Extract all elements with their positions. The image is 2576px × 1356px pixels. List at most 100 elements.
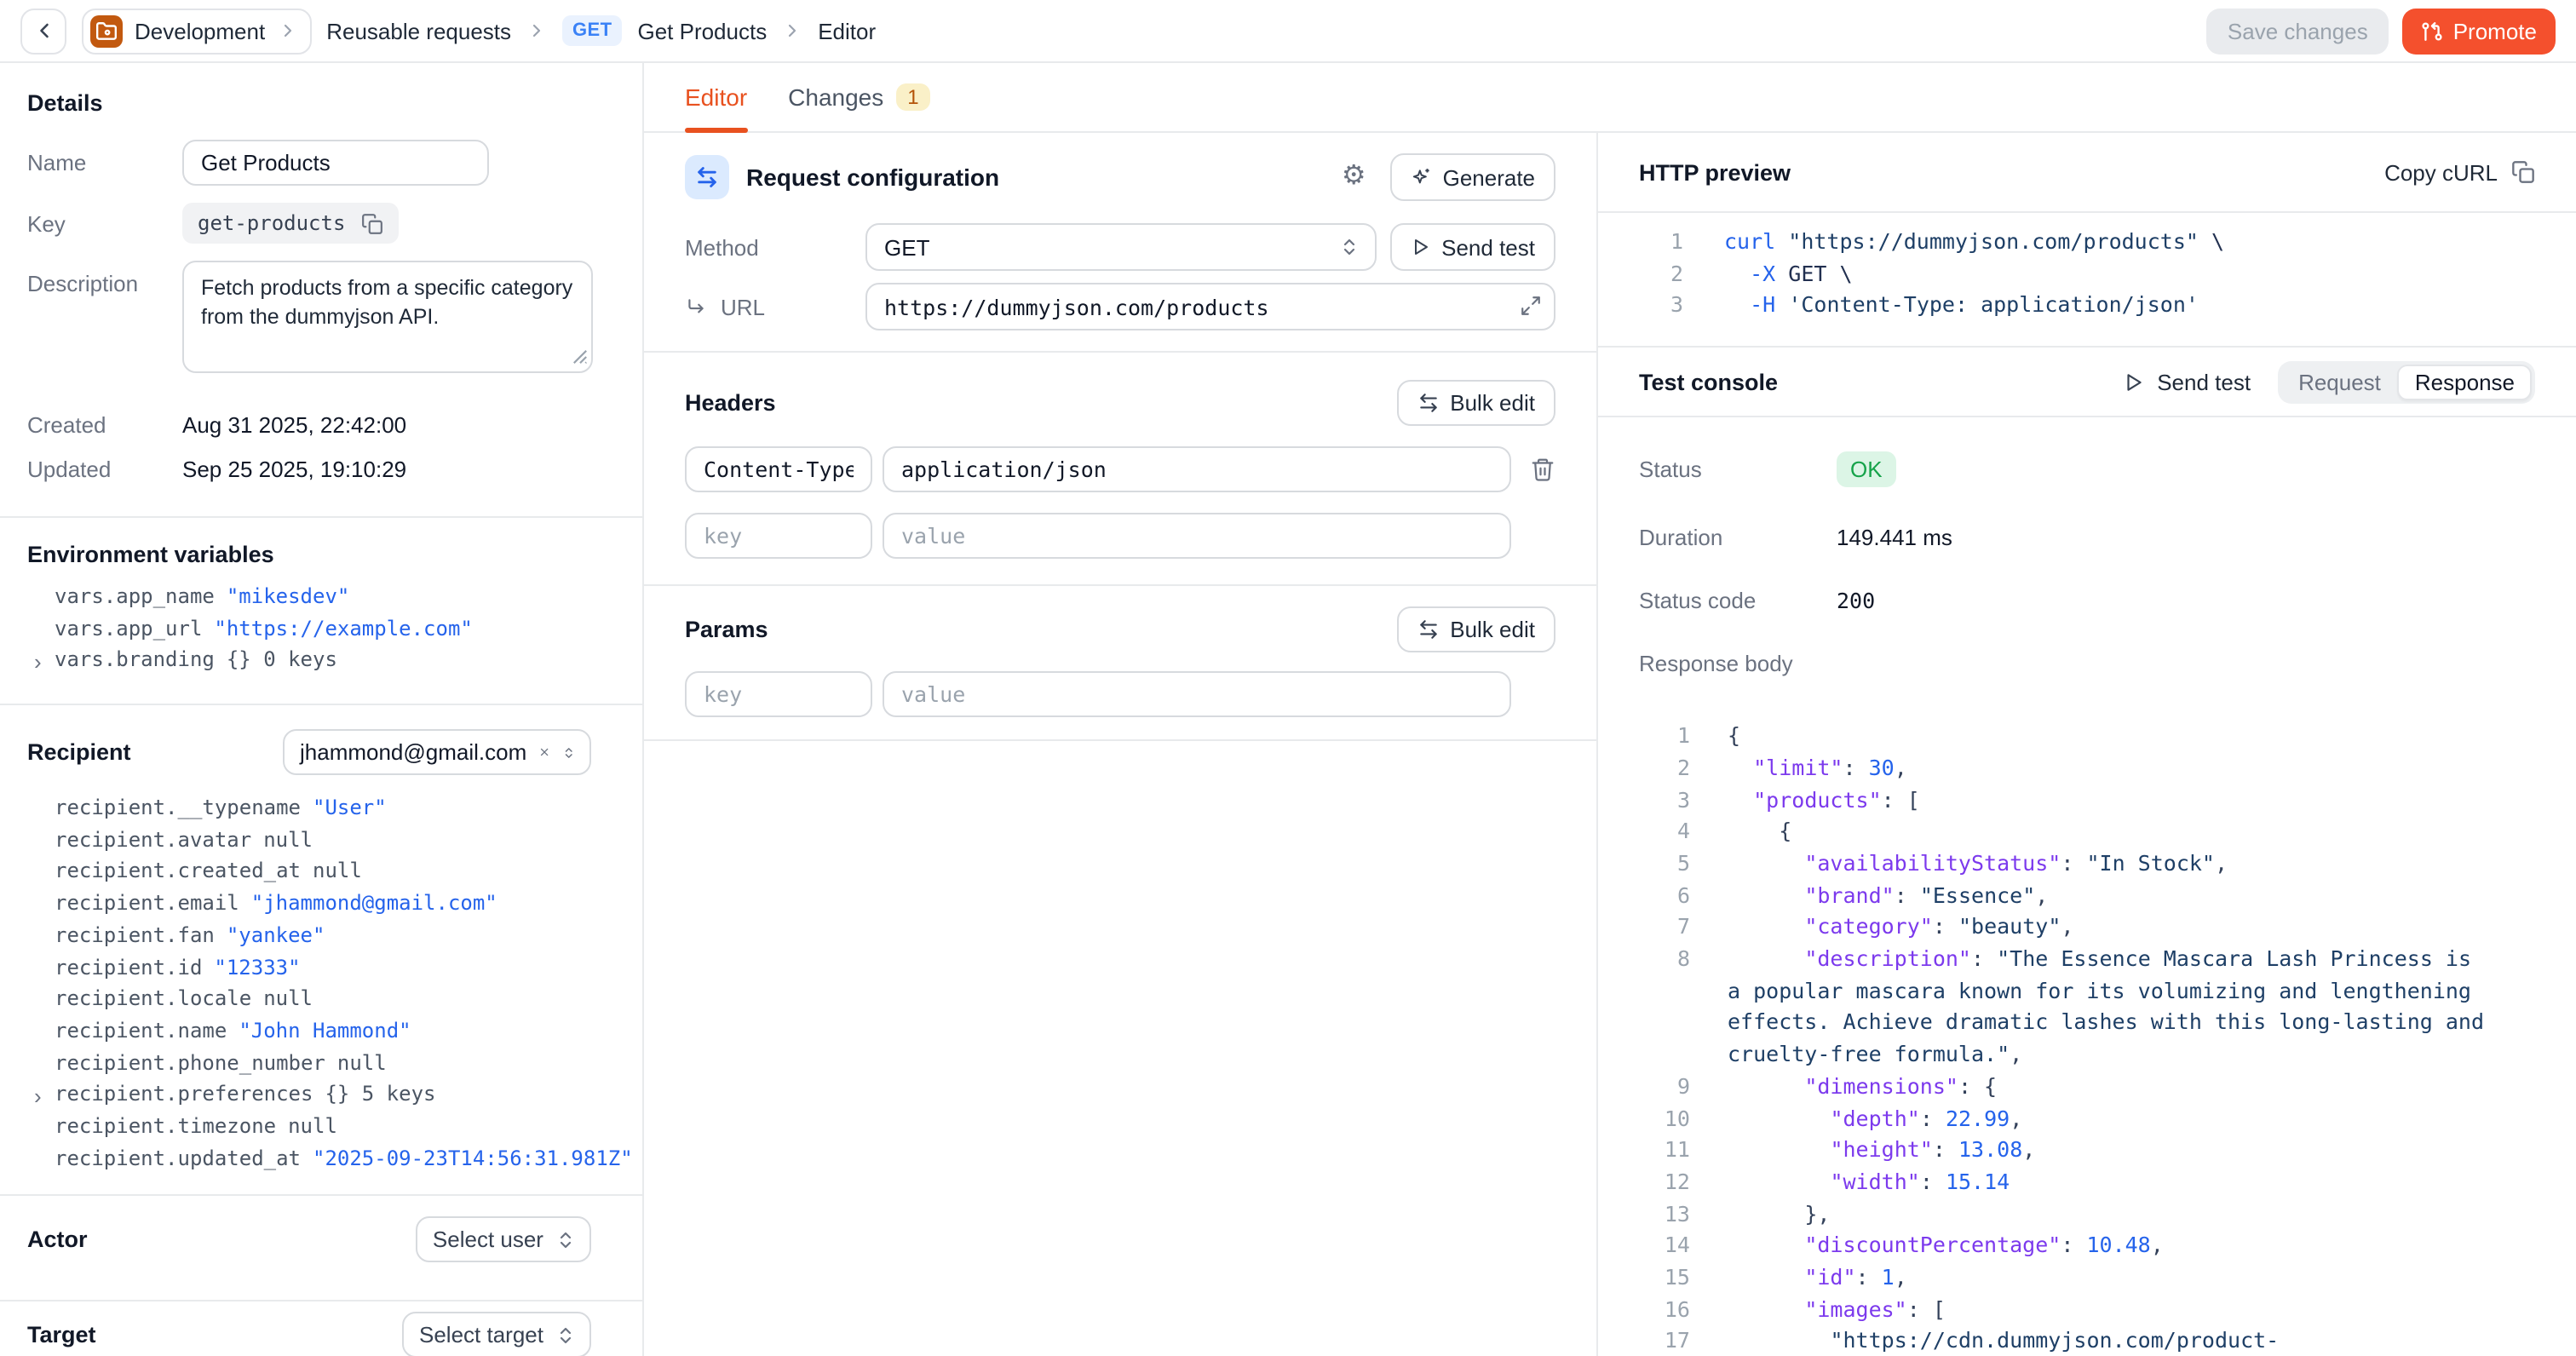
breadcrumb-page[interactable]: Editor bbox=[818, 18, 876, 43]
code-text: "category": "beauty", bbox=[1728, 912, 2486, 944]
code-token bbox=[1728, 850, 1804, 876]
line-number: 5 bbox=[1639, 848, 1690, 880]
code-token bbox=[1728, 1105, 1830, 1130]
copy-curl-button[interactable]: Copy cURL bbox=[2384, 159, 2535, 185]
corner-down-right-icon bbox=[685, 296, 707, 318]
code-token: 22.99 bbox=[1946, 1105, 2010, 1130]
generate-button[interactable]: Generate bbox=[1390, 153, 1555, 201]
tree-value: "John Hammond" bbox=[239, 1019, 411, 1043]
code-text: "height": 13.08, bbox=[1728, 1135, 2486, 1167]
details-heading: Details bbox=[27, 90, 591, 116]
back-button[interactable] bbox=[20, 8, 66, 54]
code-token: "id" bbox=[1804, 1264, 1855, 1290]
header-key-input[interactable] bbox=[685, 513, 872, 559]
gear-icon[interactable]: ⚙ bbox=[1342, 164, 1366, 191]
param-key-input[interactable] bbox=[685, 671, 872, 717]
code-token bbox=[1728, 786, 1753, 812]
code-token: : bbox=[2061, 850, 2086, 876]
method-select[interactable]: GET bbox=[865, 223, 1377, 271]
header-value-input[interactable] bbox=[883, 446, 1511, 492]
key-value: get-products bbox=[198, 211, 345, 235]
method-value: GET bbox=[884, 234, 929, 260]
code-text: "description": "The Essence Mascara Lash… bbox=[1728, 944, 2486, 1072]
resize-handle[interactable] bbox=[572, 342, 588, 373]
swap-arrows-icon bbox=[685, 155, 729, 199]
tab-editor[interactable]: Editor bbox=[685, 63, 747, 131]
code-token: , bbox=[2035, 882, 2048, 907]
tree-row: recipient.avatarnull bbox=[27, 828, 591, 859]
code-token: GET \ bbox=[1775, 260, 1852, 285]
tree-value: {} 0 keys bbox=[227, 648, 337, 672]
status-label: Status bbox=[1639, 457, 1837, 482]
code-line: 2 "limit": 30, bbox=[1639, 753, 2501, 784]
request-configuration-title: Request configuration bbox=[746, 164, 999, 191]
tab-changes-label: Changes bbox=[788, 83, 883, 111]
request-tab[interactable]: Request bbox=[2281, 364, 2398, 399]
trash-icon[interactable] bbox=[1530, 457, 1555, 482]
code-text: }, bbox=[1728, 1198, 2486, 1230]
headers-bulk-edit-button[interactable]: Bulk edit bbox=[1397, 380, 1555, 426]
code-token: : { bbox=[1958, 1073, 1997, 1099]
description-textarea[interactable]: Fetch products from a specific category … bbox=[182, 261, 593, 373]
code-token bbox=[1728, 755, 1753, 780]
recipient-select[interactable]: jhammond@gmail.com bbox=[283, 729, 591, 775]
code-line: 3 -H 'Content-Type: application/json' bbox=[1639, 290, 2535, 322]
header-key-input[interactable] bbox=[685, 446, 872, 492]
actor-select[interactable]: Select user bbox=[416, 1217, 591, 1263]
code-line: 17 "https://cdn.dummyjson.com/product-im… bbox=[1639, 1326, 2501, 1356]
code-text: { bbox=[1728, 721, 2486, 752]
updated-label: Updated bbox=[27, 457, 182, 482]
save-changes-button[interactable]: Save changes bbox=[2207, 8, 2389, 54]
code-token: "brand" bbox=[1804, 882, 1894, 907]
test-console-results: Status OK Duration 149.441 ms Status cod… bbox=[1598, 417, 2576, 714]
method-label: Method bbox=[685, 234, 865, 260]
name-input[interactable] bbox=[182, 140, 489, 186]
environment-switcher[interactable]: Development bbox=[82, 8, 311, 54]
code-line: 6 "brand": "Essence", bbox=[1639, 880, 2501, 911]
line-number: 17 bbox=[1639, 1326, 1690, 1356]
tab-changes[interactable]: Changes 1 bbox=[788, 63, 930, 131]
code-token: "description" bbox=[1804, 945, 1971, 971]
console-send-test-button[interactable]: Send test bbox=[2123, 369, 2251, 394]
breadcrumb-reusable-requests[interactable]: Reusable requests bbox=[326, 18, 511, 43]
header-value-input[interactable] bbox=[883, 513, 1511, 559]
sparkles-icon bbox=[1411, 166, 1433, 188]
code-token: : bbox=[1933, 1137, 1958, 1163]
code-token: , bbox=[2010, 1041, 2022, 1066]
target-select[interactable]: Select target bbox=[402, 1313, 591, 1356]
clear-icon[interactable] bbox=[538, 743, 550, 761]
code-token: : bbox=[1920, 1169, 1946, 1194]
code-token: "height" bbox=[1830, 1137, 1932, 1163]
code-text: -X GET \ bbox=[1724, 258, 1853, 290]
folder-git-icon bbox=[90, 14, 123, 47]
tree-value: null bbox=[337, 1050, 387, 1074]
promote-button[interactable]: Promote bbox=[2402, 8, 2556, 54]
code-token: 15.14 bbox=[1946, 1169, 2010, 1194]
environment-variables-section: Environment variables vars.app_name"mike… bbox=[0, 518, 642, 705]
line-number: 15 bbox=[1639, 1262, 1690, 1294]
copy-icon[interactable] bbox=[360, 212, 382, 234]
url-input[interactable] bbox=[865, 283, 1555, 330]
code-token: "https://dummyjson.com/products" bbox=[1788, 228, 2199, 254]
tree-key: recipient.phone_number bbox=[55, 1050, 325, 1074]
tree-row: recipient.created_atnull bbox=[27, 859, 591, 891]
param-empty-row bbox=[685, 671, 1555, 717]
tree-row: recipient.id"12333" bbox=[27, 955, 591, 986]
line-number: 6 bbox=[1639, 880, 1690, 911]
response-tab[interactable]: Response bbox=[2398, 364, 2532, 399]
chevron-right-icon[interactable]: › bbox=[34, 1083, 42, 1114]
breadcrumb-request-name[interactable]: Get Products bbox=[637, 18, 767, 43]
tree-key: recipient.__typename bbox=[55, 796, 301, 819]
code-line: 9 "dimensions": { bbox=[1639, 1072, 2501, 1103]
tree-value: "yankee" bbox=[227, 923, 325, 947]
chevron-right-icon[interactable]: › bbox=[34, 648, 42, 680]
tree-key: vars.branding bbox=[55, 648, 215, 672]
chevron-up-down-icon bbox=[555, 1325, 576, 1346]
send-test-button[interactable]: Send test bbox=[1390, 223, 1555, 271]
expand-icon[interactable] bbox=[1520, 295, 1542, 325]
code-line: 1curl "https://dummyjson.com/products" \ bbox=[1639, 227, 2535, 258]
app-window: Development Reusable requests GET Get Pr… bbox=[0, 0, 2576, 1356]
code-text: "products": [ bbox=[1728, 784, 2486, 816]
params-bulk-edit-button[interactable]: Bulk edit bbox=[1397, 606, 1555, 652]
param-value-input[interactable] bbox=[883, 671, 1511, 717]
